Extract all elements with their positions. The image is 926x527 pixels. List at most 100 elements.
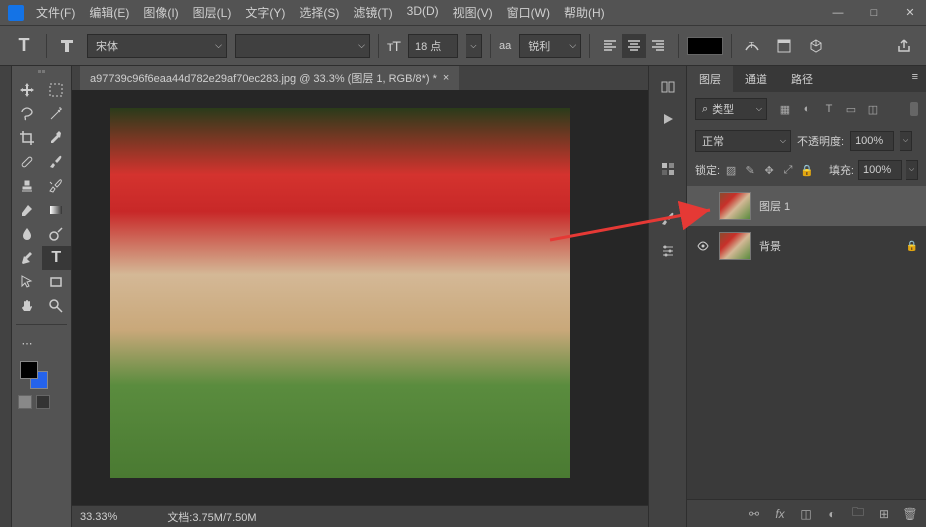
layer-mask-button[interactable]: ◫	[798, 506, 814, 522]
fill-input[interactable]: 100%	[858, 160, 902, 180]
crop-tool[interactable]	[12, 126, 42, 150]
current-tool-icon[interactable]: T	[10, 32, 38, 60]
filter-toggle[interactable]	[910, 102, 918, 116]
menu-window[interactable]: 窗口(W)	[507, 4, 550, 21]
collapsed-panel-3[interactable]	[653, 156, 683, 182]
filter-type-select[interactable]: 类型	[695, 98, 767, 120]
path-select-tool[interactable]	[12, 270, 42, 294]
filter-shape-icon[interactable]: ▭	[843, 101, 859, 117]
menu-3d[interactable]: 3D(D)	[407, 4, 439, 21]
layer-name-label[interactable]: 背景	[759, 238, 781, 254]
share-button[interactable]	[892, 34, 916, 58]
canvas-viewport[interactable]	[72, 90, 648, 505]
lock-artboard-icon[interactable]: ⤢	[781, 163, 795, 177]
font-family-select[interactable]: 宋体	[87, 34, 227, 58]
collapsed-panel-1[interactable]	[653, 74, 683, 100]
screenmode-button[interactable]	[36, 395, 50, 409]
menu-filter[interactable]: 滤镜(T)	[353, 4, 392, 21]
font-size-input[interactable]: 18 点	[408, 34, 458, 58]
collapsed-panel-2[interactable]	[653, 106, 683, 132]
document-tab-close[interactable]: ×	[443, 72, 449, 84]
lasso-tool[interactable]	[12, 102, 42, 126]
stamp-tool[interactable]	[12, 174, 42, 198]
maximize-button[interactable]: □	[866, 5, 882, 21]
layer-name-label[interactable]: 图层 1	[759, 198, 790, 214]
quickmask-button[interactable]	[18, 395, 32, 409]
menu-select[interactable]: 选择(S)	[299, 4, 339, 21]
filter-smart-icon[interactable]: ◫	[865, 101, 881, 117]
character-panel-button[interactable]	[772, 34, 796, 58]
layer-thumbnail[interactable]	[719, 232, 751, 260]
color-swatches[interactable]	[20, 361, 48, 389]
blur-tool[interactable]	[12, 222, 42, 246]
hand-tool[interactable]	[12, 294, 42, 318]
tab-layers[interactable]: 图层	[687, 66, 733, 92]
menu-layer[interactable]: 图层(L)	[193, 4, 232, 21]
quick-select-tool[interactable]	[42, 102, 72, 126]
lock-pixels-icon[interactable]: ✎	[743, 163, 757, 177]
healing-tool[interactable]	[12, 150, 42, 174]
delete-layer-button[interactable]: 🗑	[902, 506, 918, 522]
eyedropper-tool[interactable]	[42, 126, 72, 150]
zoom-tool[interactable]	[42, 294, 72, 318]
fill-dropdown[interactable]: ⌵	[906, 160, 918, 180]
minimize-button[interactable]: —	[830, 5, 846, 21]
opacity-input[interactable]: 100%	[850, 131, 894, 151]
left-collapse-strip[interactable]	[0, 66, 12, 527]
panel-menu-button[interactable]: ≡	[904, 66, 926, 92]
tab-channels[interactable]: 通道	[733, 66, 779, 92]
font-size-dropdown[interactable]: ⌵	[466, 34, 482, 58]
link-layers-button[interactable]: ⚯	[746, 506, 762, 522]
layer-visibility-toggle[interactable]	[695, 239, 711, 253]
marquee-tool[interactable]	[42, 78, 72, 102]
filter-type-icon[interactable]: T	[821, 101, 837, 117]
menu-image[interactable]: 图像(I)	[143, 4, 178, 21]
align-right-button[interactable]	[646, 34, 670, 58]
menu-view[interactable]: 视图(V)	[453, 4, 493, 21]
layer-style-button[interactable]: fx	[772, 506, 788, 522]
menu-help[interactable]: 帮助(H)	[564, 4, 605, 21]
tab-paths[interactable]: 路径	[779, 66, 825, 92]
filter-pixel-icon[interactable]: ▦	[777, 101, 793, 117]
history-brush-tool[interactable]	[42, 174, 72, 198]
align-center-button[interactable]	[622, 34, 646, 58]
lock-transparent-icon[interactable]: ▨	[724, 163, 738, 177]
lock-all-icon[interactable]: 🔒	[800, 163, 814, 177]
blend-mode-select[interactable]: 正常	[695, 130, 791, 152]
type-tool[interactable]: T	[42, 246, 72, 270]
pen-tool[interactable]	[12, 246, 42, 270]
menu-edit[interactable]: 编辑(E)	[89, 4, 129, 21]
layer-row[interactable]: 图层 1	[687, 186, 926, 226]
filter-adjust-icon[interactable]: ◐	[799, 101, 815, 117]
move-tool[interactable]	[12, 78, 42, 102]
menu-file[interactable]: 文件(F)	[36, 4, 75, 21]
text-color-swatch[interactable]	[687, 37, 723, 55]
tools-grip[interactable]	[12, 70, 71, 76]
opacity-dropdown[interactable]: ⌵	[900, 131, 912, 151]
new-layer-button[interactable]: ⊞	[876, 506, 892, 522]
collapsed-panel-4[interactable]	[653, 206, 683, 232]
collapsed-panel-5[interactable]	[653, 238, 683, 264]
document-tab[interactable]: a97739c96f6eaa44d782e29af70ec283.jpg @ 3…	[80, 66, 459, 90]
warp-text-button[interactable]: T	[740, 34, 764, 58]
layer-thumbnail[interactable]	[719, 192, 751, 220]
font-style-select[interactable]	[235, 34, 370, 58]
brush-tool[interactable]	[42, 150, 72, 174]
adjustment-layer-button[interactable]: ◐	[824, 506, 840, 522]
orientation-toggle[interactable]	[55, 34, 79, 58]
menu-type[interactable]: 文字(Y)	[245, 4, 285, 21]
3d-button[interactable]	[804, 34, 828, 58]
close-button[interactable]: ✕	[902, 5, 918, 21]
lock-position-icon[interactable]: ✥	[762, 163, 776, 177]
antialias-select[interactable]: 锐利	[519, 34, 581, 58]
gradient-tool[interactable]	[42, 198, 72, 222]
doc-info[interactable]: 文档:3.75M/7.50M	[167, 509, 256, 525]
layer-group-button[interactable]: 🗀	[850, 506, 866, 522]
layer-row[interactable]: 背景 🔒	[687, 226, 926, 266]
dodge-tool[interactable]	[42, 222, 72, 246]
zoom-display[interactable]: 33.33%	[80, 511, 117, 523]
align-left-button[interactable]	[598, 34, 622, 58]
foreground-color[interactable]	[20, 361, 38, 379]
eraser-tool[interactable]	[12, 198, 42, 222]
shape-tool[interactable]	[42, 270, 72, 294]
